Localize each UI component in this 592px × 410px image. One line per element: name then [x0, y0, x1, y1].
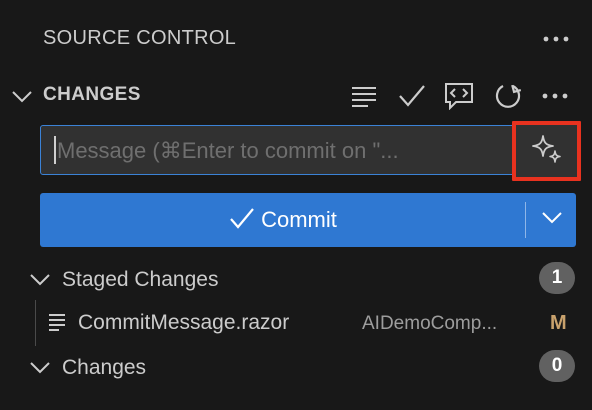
commit-label: Commit: [261, 207, 337, 232]
check-icon: [229, 207, 255, 234]
generate-commit-message-button[interactable]: [512, 121, 581, 181]
refresh-icon[interactable]: [493, 81, 523, 111]
staged-count-badge: 1: [539, 262, 575, 294]
section-title: CHANGES: [43, 84, 141, 105]
chevron-down-icon: [541, 211, 563, 230]
source-control-panel: SOURCE CONTROL CHANGES Message (⌘Enter t…: [0, 0, 592, 410]
chevron-down-icon[interactable]: [28, 355, 52, 379]
file-status-modified: M: [550, 312, 567, 334]
text-cursor: [54, 136, 56, 164]
indent-guide: [35, 300, 36, 346]
commit-message-input[interactable]: Message (⌘Enter to commit on "...: [40, 125, 576, 175]
divider: [525, 202, 526, 238]
commit-options-dropdown[interactable]: [527, 193, 576, 247]
staged-file-name[interactable]: CommitMessage.razor: [78, 311, 289, 335]
changes-group[interactable]: Changes 0: [0, 347, 592, 387]
ellipsis-icon[interactable]: [538, 26, 574, 52]
comment-code-icon[interactable]: [444, 81, 474, 111]
staged-changes-group[interactable]: Staged Changes 1: [0, 259, 592, 299]
sparkle-icon: [531, 134, 563, 169]
staged-file-path: AIDemoComp...: [362, 313, 498, 334]
panel-title: SOURCE CONTROL: [43, 27, 237, 49]
commit-main-action[interactable]: Commit: [40, 193, 526, 247]
changes-count-badge: 0: [539, 350, 575, 382]
changes-label: Changes: [62, 356, 147, 379]
commit-button[interactable]: Commit: [40, 193, 576, 247]
changes-section-header[interactable]: CHANGES: [0, 76, 592, 114]
chevron-down-icon[interactable]: [10, 84, 34, 108]
file-lines-icon: [47, 312, 67, 332]
ellipsis-icon[interactable]: [540, 81, 570, 111]
staged-changes-label: Staged Changes: [62, 268, 219, 291]
view-as-tree-icon[interactable]: [349, 81, 379, 111]
chevron-down-icon[interactable]: [28, 267, 52, 291]
panel-header: SOURCE CONTROL: [0, 0, 592, 76]
check-icon[interactable]: [397, 81, 427, 111]
commit-message-placeholder: Message (⌘Enter to commit on "...: [57, 138, 399, 163]
